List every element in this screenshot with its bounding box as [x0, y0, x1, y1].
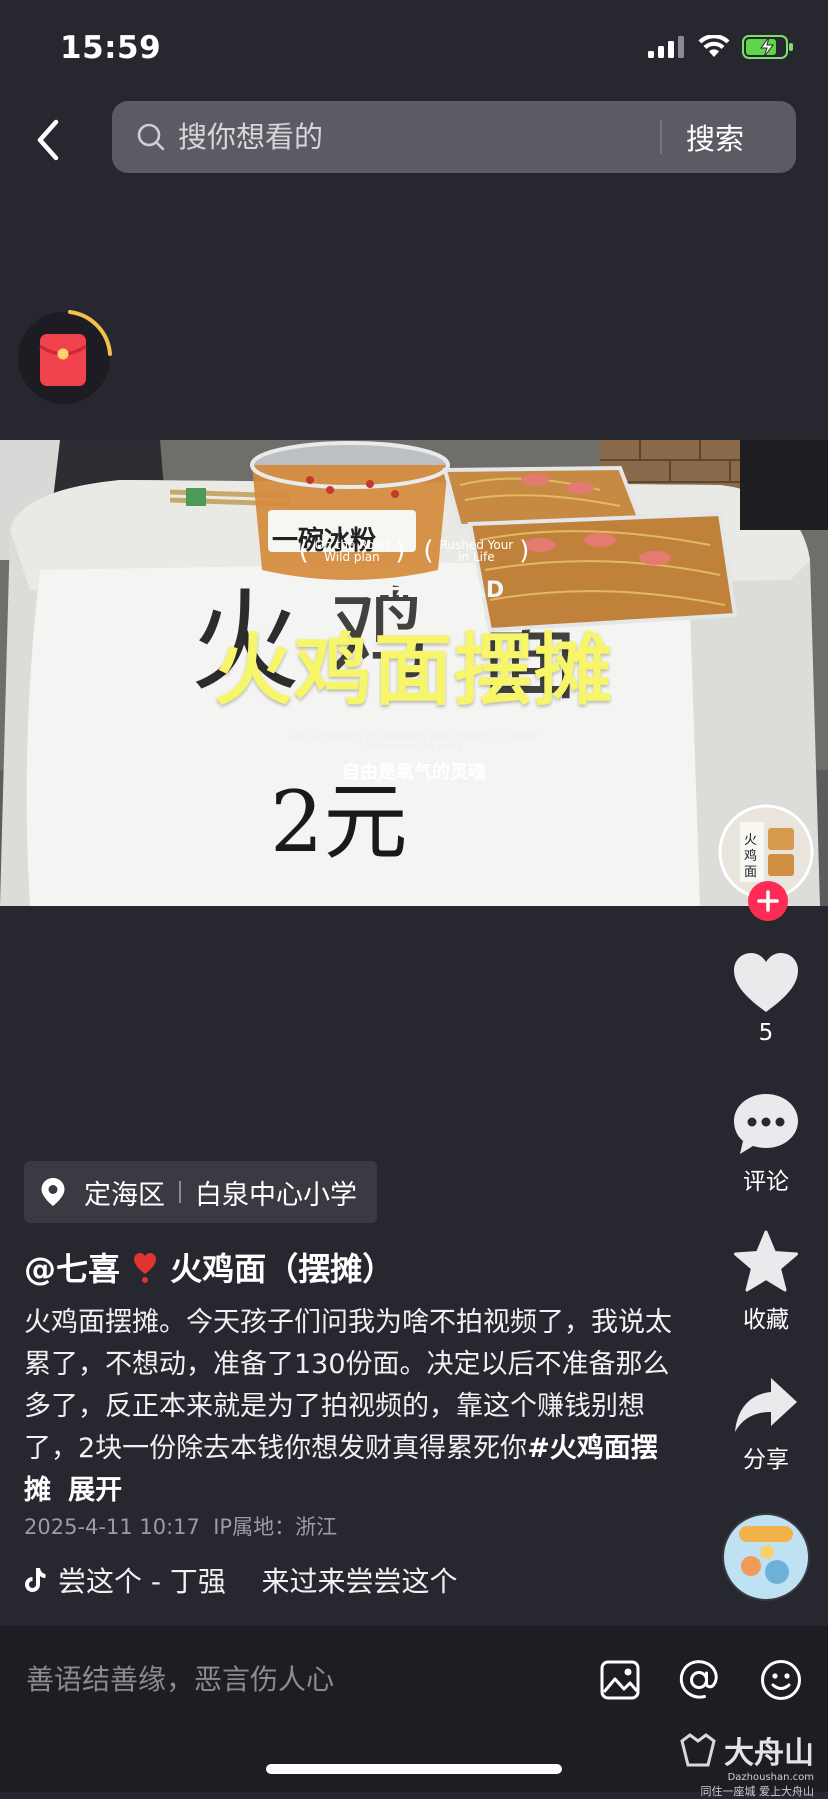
post-meta: 2025-4-11 10:17 IP属地：浙江	[24, 1511, 337, 1541]
watermark-brand: 大舟山	[724, 1736, 814, 1771]
overlay-tags: ( On the Road Wild plan ) ( Rushed Your …	[298, 536, 530, 566]
music-disc-icon	[722, 1513, 810, 1601]
at-sign-icon	[679, 1660, 718, 1699]
location-separator	[179, 1181, 181, 1203]
heart-icon	[734, 953, 798, 1012]
author-name[interactable]: @七喜	[24, 1250, 120, 1288]
overlay-tiny-line-2: understand the world	[365, 742, 463, 752]
wifi-icon	[698, 35, 730, 57]
battery-charging-icon	[742, 35, 793, 59]
image-button[interactable]	[600, 1660, 640, 1704]
post-date: 2025-4-11 10:17	[24, 1515, 200, 1539]
back-button[interactable]	[28, 114, 68, 166]
post-ip: IP属地：浙江	[213, 1515, 338, 1539]
music-line[interactable]: 尝这个 - 丁强 来过来尝尝这个	[24, 1560, 458, 1600]
location-district: 定海区	[84, 1179, 165, 1211]
author-line[interactable]: @七喜 火鸡面（摆摊）	[24, 1244, 394, 1290]
comment-label: 评论	[743, 1169, 789, 1195]
like-button[interactable]: 5	[704, 952, 828, 1046]
watermark-url: Dazhoushan.com	[727, 1772, 814, 1783]
plus-icon	[748, 881, 788, 921]
location-pin-icon	[41, 1178, 65, 1206]
search-button[interactable]: 搜索	[662, 116, 770, 158]
search-input[interactable]	[176, 119, 660, 155]
svg-text:鸡: 鸡	[744, 848, 757, 864]
status-icons	[648, 34, 794, 60]
chevron-left-icon	[37, 119, 59, 161]
overlay-tag-left-sub: Wild plan	[324, 550, 380, 564]
search-icon	[137, 123, 165, 151]
star-icon	[734, 1230, 798, 1292]
location-chip[interactable]: 定海区 白泉中心小学	[24, 1161, 377, 1223]
cellular-signal-icon	[648, 36, 684, 58]
mention-button[interactable]	[678, 1659, 720, 1705]
follow-button[interactable]	[747, 880, 789, 926]
music-disc-button[interactable]	[704, 1512, 828, 1602]
watermark-slogan: 同住一座城 爱上大舟山	[700, 1785, 815, 1798]
share-label: 分享	[743, 1447, 789, 1473]
svg-text:面: 面	[744, 865, 757, 880]
home-indicator[interactable]	[266, 1764, 562, 1774]
overlay-tag-right-sub: in Life	[458, 550, 495, 564]
status-time: 15:59	[60, 30, 162, 66]
search-bar[interactable]: 搜索	[112, 101, 796, 173]
red-packet-widget[interactable]	[16, 310, 112, 406]
heart-exclamation-icon	[134, 1253, 157, 1283]
emoji-button[interactable]	[760, 1659, 802, 1705]
favorite-label: 收藏	[743, 1307, 789, 1333]
location-place: 白泉中心小学	[195, 1179, 357, 1211]
comment-input[interactable]	[24, 1662, 568, 1697]
comment-icon	[734, 1094, 798, 1154]
comment-button[interactable]: 评论	[704, 1092, 828, 1196]
watermark-logo-icon	[680, 1733, 716, 1767]
tiktok-note-icon	[25, 1568, 46, 1592]
overlay-road: ON THE ROAD	[322, 578, 506, 603]
post-description: 火鸡面摆摊。今天孩子们问我为啥不拍视频了，我说太累了，不想动，准备了130份面。…	[24, 1302, 674, 1512]
overlay-subtitle: 自由是氧气的灵魂	[342, 762, 486, 783]
expand-button[interactable]: 展开	[68, 1475, 122, 1506]
overlay-title: 火鸡面摆摊	[213, 626, 614, 716]
like-count: 5	[758, 1020, 774, 1046]
smiley-icon	[761, 1660, 801, 1700]
favorite-button[interactable]: 收藏	[704, 1230, 828, 1334]
watermark: 大舟山 Dazhoushan.com 同住一座城 爱上大舟山	[678, 1728, 814, 1799]
author-suffix: 火鸡面（摆摊）	[170, 1250, 395, 1288]
svg-text:火: 火	[744, 833, 757, 848]
author-avatar-button[interactable]: 火 鸡 面	[704, 804, 828, 921]
music-title: 尝这个 - 丁强 来过来尝尝这个	[58, 1565, 458, 1598]
red-packet-icon	[18, 310, 112, 404]
share-button[interactable]: 分享	[704, 1376, 828, 1474]
share-arrow-icon	[735, 1378, 797, 1432]
image-icon	[600, 1660, 640, 1700]
